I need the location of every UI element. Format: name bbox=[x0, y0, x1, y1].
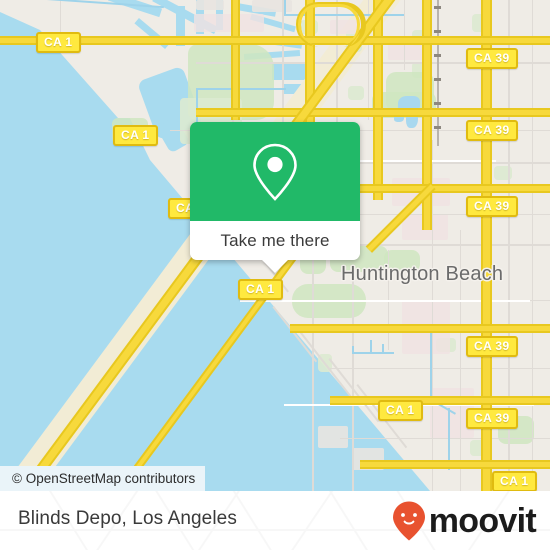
city-label: Huntington Beach bbox=[341, 263, 504, 285]
map-pin-icon bbox=[253, 143, 297, 201]
railway-tick bbox=[434, 78, 441, 81]
highway-arterial bbox=[233, 0, 238, 120]
map-canvas[interactable]: Huntington Beach CA 1 CA 1 CA 1 CA 1 CA 1 CA … bbox=[0, 0, 550, 491]
highway-arterial bbox=[375, 0, 381, 200]
stream bbox=[352, 352, 394, 354]
street bbox=[340, 438, 550, 439]
highway-arterial bbox=[0, 38, 550, 43]
built-area bbox=[318, 426, 348, 448]
built-area bbox=[252, 0, 292, 12]
railway-tick bbox=[434, 30, 441, 33]
highway-shield: CA 1 bbox=[378, 400, 423, 421]
highway-shield: CA 1 bbox=[238, 279, 283, 300]
place-title: Blinds Depo, Los Angeles bbox=[18, 508, 237, 529]
railway-tick bbox=[434, 54, 441, 57]
stream bbox=[370, 340, 372, 354]
stream bbox=[382, 344, 384, 354]
street bbox=[330, 368, 550, 369]
railway-line bbox=[437, 0, 439, 146]
map-screen: Huntington Beach CA 1 CA 1 CA 1 CA 1 CA 1 CA … bbox=[0, 0, 550, 550]
take-me-there-button[interactable]: Take me there bbox=[190, 221, 360, 260]
highway-shield: CA 39 bbox=[466, 336, 518, 357]
highway-shield: CA 39 bbox=[466, 48, 518, 69]
highway-shield: CA 39 bbox=[466, 408, 518, 429]
moovit-logo[interactable]: moovit bbox=[391, 500, 537, 542]
destination-popup[interactable]: Take me there bbox=[190, 122, 360, 273]
highway-arterial bbox=[360, 462, 550, 467]
popup-icon-area bbox=[190, 122, 360, 221]
highway-shield: CA 1 bbox=[36, 32, 81, 53]
highway-ramp bbox=[298, 4, 360, 45]
osm-attribution[interactable]: © OpenStreetMap contributors bbox=[0, 466, 206, 491]
park-area bbox=[348, 86, 364, 100]
railway-tick bbox=[434, 102, 441, 105]
popup-tail bbox=[262, 260, 288, 273]
highway-arterial bbox=[330, 398, 550, 403]
stream bbox=[196, 88, 286, 90]
street bbox=[312, 250, 314, 491]
highway-arterial bbox=[290, 326, 550, 331]
stream bbox=[352, 346, 354, 354]
street bbox=[404, 0, 405, 70]
built-area bbox=[194, 14, 264, 32]
highway-arterial bbox=[196, 110, 550, 115]
harbor-channel bbox=[272, 62, 306, 80]
moovit-pin-icon bbox=[392, 501, 425, 541]
railway-tick bbox=[434, 126, 441, 129]
highway-shield: CA 1 bbox=[492, 471, 537, 491]
railway-tick bbox=[434, 6, 441, 9]
highway-shield: CA 1 bbox=[113, 125, 158, 146]
highway-shield: CA 39 bbox=[466, 196, 518, 217]
highway-shield: CA 39 bbox=[466, 120, 518, 141]
moovit-wordmark: moovit bbox=[428, 502, 537, 540]
stream bbox=[430, 330, 432, 400]
street bbox=[532, 0, 533, 491]
built-area bbox=[196, 0, 224, 10]
